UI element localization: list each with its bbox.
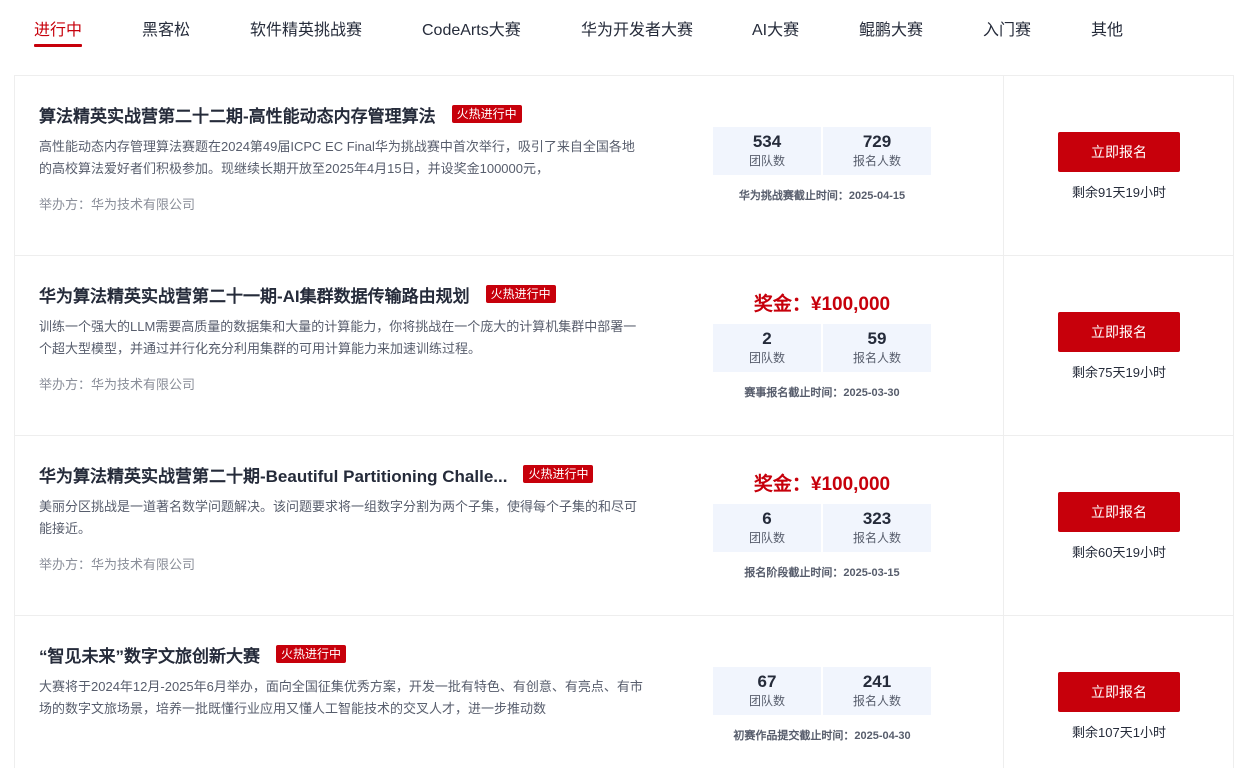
status-badge: 火热进行中	[276, 645, 347, 663]
signup-count: 241	[862, 672, 892, 691]
organizer: 举办方：华为技术有限公司	[39, 557, 196, 572]
signup-count-label: 报名人数	[852, 531, 901, 545]
tab-other[interactable]: 其他	[1091, 16, 1123, 40]
deadline: 赛事报名截止时间：2025-03-30	[744, 387, 900, 399]
competition-title[interactable]: 华为算法精英实战营第二十一期-AI集群数据传输路由规划	[39, 282, 470, 307]
register-button[interactable]: 立即报名	[1058, 312, 1180, 352]
team-count-label: 团队数	[748, 531, 785, 545]
competition-description: 高性能动态内存管理算法赛题在2024第49届ICPC EC Final华为挑战赛…	[39, 139, 635, 176]
card-title-row: 华为算法精英实战营第二十期-Beautiful Partitioning Cha…	[39, 462, 594, 487]
team-count-stat: 534 团队数	[713, 127, 821, 175]
status-badge: 火热进行中	[451, 105, 522, 123]
status-badge: 火热进行中	[523, 465, 594, 483]
stats-panel: 2 团队数 59 报名人数	[713, 324, 931, 372]
competition-title[interactable]: 算法精英实战营第二十二期-高性能动态内存管理算法	[39, 102, 436, 127]
deadline: 报名阶段截止时间：2025-03-15	[744, 567, 900, 579]
card-divider	[1003, 256, 1004, 435]
stats-panel: 534 团队数 729 报名人数	[713, 127, 931, 175]
time-remaining: 剩余107天1小时	[1072, 725, 1166, 740]
card-divider	[1003, 76, 1004, 255]
signup-count: 729	[862, 132, 892, 151]
competition-title[interactable]: “智见未来”数字文旅创新大赛	[39, 642, 260, 667]
stats-panel: 67 团队数 241 报名人数	[713, 667, 931, 715]
prize-amount: 奖金：¥100,000	[753, 294, 891, 315]
deadline: 华为挑战赛截止时间：2025-04-15	[738, 190, 906, 202]
register-button[interactable]: 立即报名	[1058, 672, 1180, 712]
stats-panel: 6 团队数 323 报名人数	[713, 504, 931, 552]
competition-list: 算法精英实战营第二十二期-高性能动态内存管理算法 火热进行中 高性能动态内存管理…	[14, 75, 1234, 768]
tab-beginner-contest[interactable]: 入门赛	[983, 16, 1031, 40]
competition-description: 大赛将于2024年12月-2025年6月举办，面向全国征集优秀方案，开发一批有特…	[39, 679, 643, 716]
competition-card: “智见未来”数字文旅创新大赛 火热进行中 大赛将于2024年12月-2025年6…	[14, 616, 1234, 768]
organizer: 举办方：华为技术有限公司	[39, 377, 196, 392]
signup-count-stat: 729 报名人数	[823, 127, 931, 175]
team-count-stat: 67 团队数	[713, 667, 821, 715]
team-count-stat: 6 团队数	[713, 504, 821, 552]
tab-ai-contest[interactable]: AI大赛	[752, 16, 799, 40]
active-tab-indicator	[34, 44, 82, 47]
team-count: 2	[762, 329, 772, 348]
card-title-row: 算法精英实战营第二十二期-高性能动态内存管理算法 火热进行中	[39, 102, 522, 127]
register-button[interactable]: 立即报名	[1058, 132, 1180, 172]
card-title-row: “智见未来”数字文旅创新大赛 火热进行中	[39, 642, 347, 667]
register-button[interactable]: 立即报名	[1058, 492, 1180, 532]
signup-count: 59	[867, 329, 887, 348]
time-remaining: 剩余75天19小时	[1072, 365, 1166, 380]
competition-title[interactable]: 华为算法精英实战营第二十期-Beautiful Partitioning Cha…	[39, 462, 507, 487]
card-title-row: 华为算法精英实战营第二十一期-AI集群数据传输路由规划 火热进行中	[39, 282, 556, 307]
time-remaining: 剩余91天19小时	[1072, 185, 1166, 200]
deadline: 初赛作品提交截止时间：2025-04-30	[733, 730, 911, 742]
status-badge: 火热进行中	[485, 285, 556, 303]
tab-software-elite-challenge[interactable]: 软件精英挑战赛	[250, 16, 362, 40]
signup-count-stat: 323 报名人数	[823, 504, 931, 552]
tab-kunpeng-contest[interactable]: 鲲鹏大赛	[859, 16, 923, 40]
time-remaining: 剩余60天19小时	[1072, 545, 1166, 560]
competition-description: 美丽分区挑战是一道著名数学问题解决。该问题要求将一组数字分割为两个子集，使得每个…	[39, 499, 638, 536]
signup-count-label: 报名人数	[852, 154, 901, 168]
signup-count: 323	[862, 509, 892, 528]
team-count-stat: 2 团队数	[713, 324, 821, 372]
tab-codearts[interactable]: CodeArts大赛	[422, 16, 521, 40]
signup-count-label: 报名人数	[852, 694, 901, 708]
tab-hackathon[interactable]: 黑客松	[142, 16, 190, 40]
prize-amount: 奖金：¥100,000	[753, 474, 891, 495]
team-count: 534	[752, 132, 782, 151]
competition-tabs: 进行中 黑客松 软件精英挑战赛 CodeArts大赛 华为开发者大赛 AI大赛 …	[0, 0, 1248, 50]
competition-card: 华为算法精英实战营第二十一期-AI集群数据传输路由规划 火热进行中 训练一个强大…	[14, 256, 1234, 436]
team-count-label: 团队数	[748, 154, 785, 168]
tab-huawei-developer-contest[interactable]: 华为开发者大赛	[581, 16, 693, 40]
competition-description: 训练一个强大的LLM需要高质量的数据集和大量的计算能力，你将挑战在一个庞大的计算…	[39, 319, 637, 356]
competition-card: 算法精英实战营第二十二期-高性能动态内存管理算法 火热进行中 高性能动态内存管理…	[14, 76, 1234, 256]
organizer: 举办方：华为技术有限公司	[39, 197, 196, 212]
signup-count-stat: 59 报名人数	[823, 324, 931, 372]
competition-card: 华为算法精英实战营第二十期-Beautiful Partitioning Cha…	[14, 436, 1234, 616]
team-count: 67	[757, 672, 777, 691]
card-divider	[1003, 436, 1004, 615]
team-count-label: 团队数	[748, 694, 785, 708]
tab-ongoing[interactable]: 进行中	[34, 16, 82, 40]
signup-count-stat: 241 报名人数	[823, 667, 931, 715]
team-count: 6	[762, 509, 772, 528]
card-divider	[1003, 616, 1004, 768]
team-count-label: 团队数	[748, 351, 785, 365]
signup-count-label: 报名人数	[852, 351, 901, 365]
